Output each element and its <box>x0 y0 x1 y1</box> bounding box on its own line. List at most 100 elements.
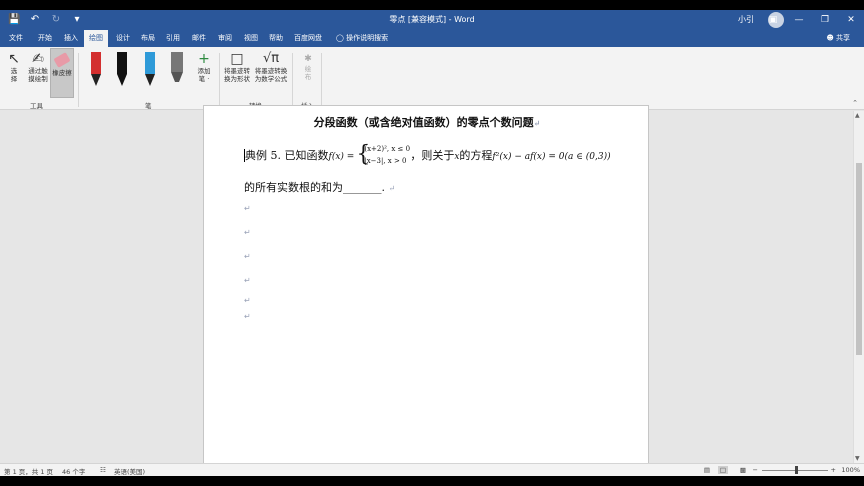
tab-design[interactable]: 设计 <box>116 33 130 43</box>
heading-text: 分段函数（或含绝对值函数）的零点个数问题 <box>313 116 534 129</box>
empty-paragraph: ↵ <box>244 296 251 305</box>
paragraph-question: 的所有实数根的和为_______. ↵ <box>244 179 395 195</box>
piecewise-function: {(x+2)², x ≤ 0 |x−3|, x > 0 <box>356 144 411 168</box>
hand-draw-icon: ✍ <box>32 51 44 67</box>
minimize-icon[interactable]: — <box>786 10 812 30</box>
function-lhs: f(x) = <box>328 152 355 162</box>
vertical-scrollbar[interactable]: ▲ ▼ <box>853 111 864 463</box>
tab-help[interactable]: 帮助 <box>269 33 283 43</box>
question-text: 的所有实数根的和为_______. <box>244 181 385 194</box>
gray-highlighter-body <box>171 52 183 72</box>
restore-icon[interactable]: ❐ <box>812 10 838 30</box>
example-prefix: 典例 5. 已知函数 <box>245 149 329 162</box>
paragraph-mark: ↵ <box>388 184 396 193</box>
share-button[interactable]: ☻ 共享 <box>826 33 850 43</box>
separator <box>78 53 79 107</box>
red-pen[interactable] <box>88 52 104 90</box>
paragraph-example: 典例 5. 已知函数f(x) ={(x+2)², x ≤ 0 |x−3|, x >… <box>244 144 611 168</box>
empty-paragraph: ↵ <box>244 204 251 213</box>
gray-highlighter[interactable] <box>169 52 185 90</box>
red-pen-tip <box>91 74 101 86</box>
proofing-icon[interactable]: ☷ <box>100 466 106 474</box>
scroll-down-icon[interactable]: ▼ <box>855 455 860 462</box>
scroll-up-icon[interactable]: ▲ <box>855 112 860 119</box>
close-icon[interactable]: ✕ <box>838 10 864 30</box>
collapse-ribbon-icon[interactable]: ⌃ <box>852 99 858 107</box>
ink-to-math-label: 将墨迹转换 为数学公式 <box>254 67 288 83</box>
piece-1: (x+2)², x ≤ 0 <box>364 145 411 153</box>
ribbon-display-icon[interactable]: ▣ <box>760 10 786 30</box>
pens-group-label: 笔 <box>145 102 152 110</box>
black-pen-tip <box>117 74 127 86</box>
ink-to-math-icon: √π <box>262 51 280 66</box>
touch-draw-label: 通过触 摸绘制 <box>28 67 48 83</box>
cursor-icon: ↖ <box>8 51 20 67</box>
word-count[interactable]: 46 个字 <box>62 466 85 476</box>
blue-pen[interactable] <box>142 52 158 90</box>
share-label: 共享 <box>836 34 850 42</box>
eraser-label: 橡皮擦 <box>52 69 72 77</box>
empty-paragraph: ↵ <box>244 276 251 285</box>
page-count[interactable]: 第 1 页，共 1 页 <box>4 466 53 476</box>
paragraph-mark: ↵ <box>533 118 541 128</box>
word-window: 💾 ↶ ↻ ▾ 零点 [兼容模式] - Word 小引 ▣ — ❐ ✕ 文件 开… <box>0 10 864 476</box>
document-area: 分段函数（或含绝对值函数）的零点个数问题↵ 典例 5. 已知函数f(x) ={(… <box>0 105 853 465</box>
blue-pen-body <box>145 52 155 74</box>
document-page[interactable]: 分段函数（或含绝对值函数）的零点个数问题↵ 典例 5. 已知函数f(x) ={(… <box>203 105 649 465</box>
read-mode-icon[interactable]: ▤ <box>704 466 710 474</box>
ink-to-shape-button[interactable]: □ 将墨迹转 换为形状 <box>222 51 252 83</box>
separator <box>321 53 322 107</box>
empty-paragraph: ↵ <box>244 252 251 261</box>
title-bar: 💾 ↶ ↻ ▾ 零点 [兼容模式] - Word 小引 ▣ — ❐ ✕ <box>0 10 864 30</box>
tab-baidu-netdisk[interactable]: 百度网盘 <box>294 33 322 43</box>
tab-home[interactable]: 开始 <box>38 33 52 43</box>
add-pen-button[interactable]: + 添加 笔 · <box>193 51 215 83</box>
ink-to-shape-icon: □ <box>230 51 244 67</box>
tab-view[interactable]: 视图 <box>244 33 258 43</box>
language[interactable]: 英语(美国) <box>114 466 145 476</box>
tab-mailings[interactable]: 邮件 <box>192 33 206 43</box>
document-title: 零点 [兼容模式] - Word <box>389 15 475 24</box>
red-pen-body <box>91 52 101 74</box>
equation: f²(x) − af(x) = 0(a ∈ (0,3)) <box>492 152 611 162</box>
tab-layout[interactable]: 布局 <box>141 33 155 43</box>
gray-highlighter-tip <box>171 72 183 82</box>
drawing-canvas-button[interactable]: ✱ 绘 布 <box>299 53 317 81</box>
zoom-in-icon[interactable]: + <box>831 466 836 474</box>
eraser-button[interactable]: 橡皮擦 <box>50 48 74 98</box>
piece-2: |x−3|, x > 0 <box>364 157 407 165</box>
ink-to-shape-label: 将墨迹转 换为形状 <box>224 67 250 83</box>
person-icon: ☻ <box>826 34 834 42</box>
scroll-thumb[interactable] <box>856 163 862 355</box>
web-layout-icon[interactable]: ▩ <box>740 466 746 474</box>
select-label: 选 择 <box>10 67 18 83</box>
empty-paragraph: ↵ <box>244 228 251 237</box>
zoom-out-icon[interactable]: − <box>753 466 758 474</box>
separator <box>219 53 220 107</box>
empty-paragraph: ↵ <box>244 312 251 321</box>
equation-prefix: 的方程 <box>459 149 493 162</box>
user-name[interactable]: 小引 <box>738 14 754 25</box>
ink-to-math-button[interactable]: √π 将墨迹转换 为数学公式 <box>253 51 289 83</box>
tab-insert[interactable]: 插入 <box>64 33 78 43</box>
example-suffix: ，则关于 <box>410 149 455 162</box>
window-controls: ▣ — ❐ ✕ <box>760 10 864 30</box>
tab-review[interactable]: 审阅 <box>218 33 232 43</box>
add-pen-label: 添加 笔 · <box>197 67 211 83</box>
zoom-slider-thumb[interactable] <box>795 466 798 474</box>
plus-icon: + <box>198 51 210 67</box>
status-bar: 第 1 页，共 1 页 46 个字 ☷ 英语(美国) ▤ □ ▩ − + 100… <box>0 463 864 476</box>
tab-draw[interactable]: 绘图 <box>84 30 108 47</box>
print-layout-icon[interactable]: □ <box>717 466 728 474</box>
zoom-level[interactable]: 100% <box>841 466 860 474</box>
document-heading: 分段函数（或含绝对值函数）的零点个数问题↵ <box>204 114 650 130</box>
black-pen-body <box>117 52 127 74</box>
tell-me-search[interactable]: ◯ 操作说明搜索 <box>336 33 388 43</box>
select-button[interactable]: ↖ 选 择 <box>4 51 24 83</box>
touch-draw-button[interactable]: ✍ 通过触 摸绘制 <box>26 51 50 83</box>
ribbon-tabs: 文件 开始 插入 绘图 设计 布局 引用 邮件 审阅 视图 帮助 百度网盘 ◯ … <box>0 30 864 47</box>
black-pen[interactable] <box>114 52 130 90</box>
tab-file[interactable]: 文件 <box>9 33 23 43</box>
tab-references[interactable]: 引用 <box>166 33 180 43</box>
blue-pen-tip <box>145 74 155 86</box>
